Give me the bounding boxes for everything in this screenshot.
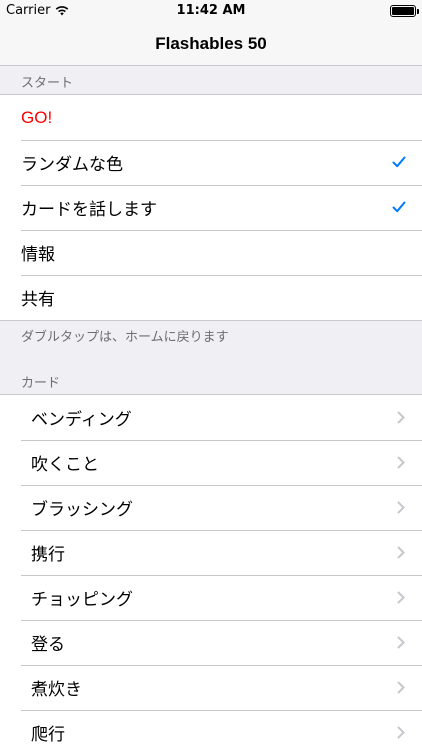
card-row[interactable]: 煮炊き bbox=[0, 665, 422, 710]
section-header-start: スタート bbox=[21, 76, 74, 91]
chevron-right-icon bbox=[397, 681, 405, 694]
card-label: 登る bbox=[31, 635, 65, 655]
status-bar: Carrier 11:42 AM bbox=[0, 0, 422, 22]
go-label: GO! bbox=[21, 107, 53, 127]
chevron-right-icon bbox=[397, 726, 405, 739]
status-time: 11:42 AM bbox=[176, 3, 246, 18]
card-label: 煮炊き bbox=[31, 680, 82, 700]
info-row[interactable]: 情報 bbox=[0, 230, 422, 275]
card-row[interactable]: 携行 bbox=[0, 530, 422, 575]
card-label: 吹くこと bbox=[31, 455, 99, 475]
section-footer-start: ダブルタップは、ホームに戻ります bbox=[21, 330, 229, 345]
speak-cards-row[interactable]: カードを話します bbox=[0, 185, 422, 230]
card-label: 携行 bbox=[31, 545, 65, 565]
random-color-label: ランダムな色 bbox=[21, 155, 123, 175]
card-row[interactable]: 吹くこと bbox=[0, 440, 422, 485]
go-row[interactable]: GO! bbox=[0, 95, 422, 140]
start-group: GO! ランダムな色 カードを話します 情報 共有 bbox=[0, 94, 422, 321]
card-label: 爬行 bbox=[31, 725, 65, 745]
card-row[interactable]: 爬行 bbox=[0, 710, 422, 750]
card-label: チョッピング bbox=[31, 590, 133, 610]
card-label: ブラッシング bbox=[31, 500, 133, 520]
chevron-right-icon bbox=[397, 501, 405, 514]
card-row[interactable]: チョッピング bbox=[0, 575, 422, 620]
chevron-right-icon bbox=[397, 546, 405, 559]
info-label: 情報 bbox=[21, 245, 55, 265]
chevron-right-icon bbox=[397, 636, 405, 649]
section-header-cards: カード bbox=[21, 376, 61, 391]
card-label: ベンディング bbox=[31, 410, 132, 430]
chevron-right-icon bbox=[397, 411, 405, 424]
checkmark-icon bbox=[392, 156, 406, 168]
card-row[interactable]: ブラッシング bbox=[0, 485, 422, 530]
speak-cards-label: カードを話します bbox=[21, 200, 157, 220]
checkmark-icon bbox=[392, 201, 406, 213]
random-color-row[interactable]: ランダムな色 bbox=[0, 140, 422, 185]
share-label: 共有 bbox=[21, 290, 55, 310]
page-title: Flashables 50 bbox=[155, 33, 267, 53]
cards-group: ベンディング 吹くこと ブラッシング 携行 チョッピング 登る 煮炊き 爬行 bbox=[0, 394, 422, 750]
navigation-bar: Flashables 50 bbox=[0, 22, 422, 66]
chevron-right-icon bbox=[397, 456, 405, 469]
card-row[interactable]: ベンディング bbox=[0, 395, 422, 440]
share-row[interactable]: 共有 bbox=[0, 275, 422, 320]
chevron-right-icon bbox=[397, 591, 405, 604]
battery-icon bbox=[390, 5, 419, 17]
card-row[interactable]: 登る bbox=[0, 620, 422, 665]
